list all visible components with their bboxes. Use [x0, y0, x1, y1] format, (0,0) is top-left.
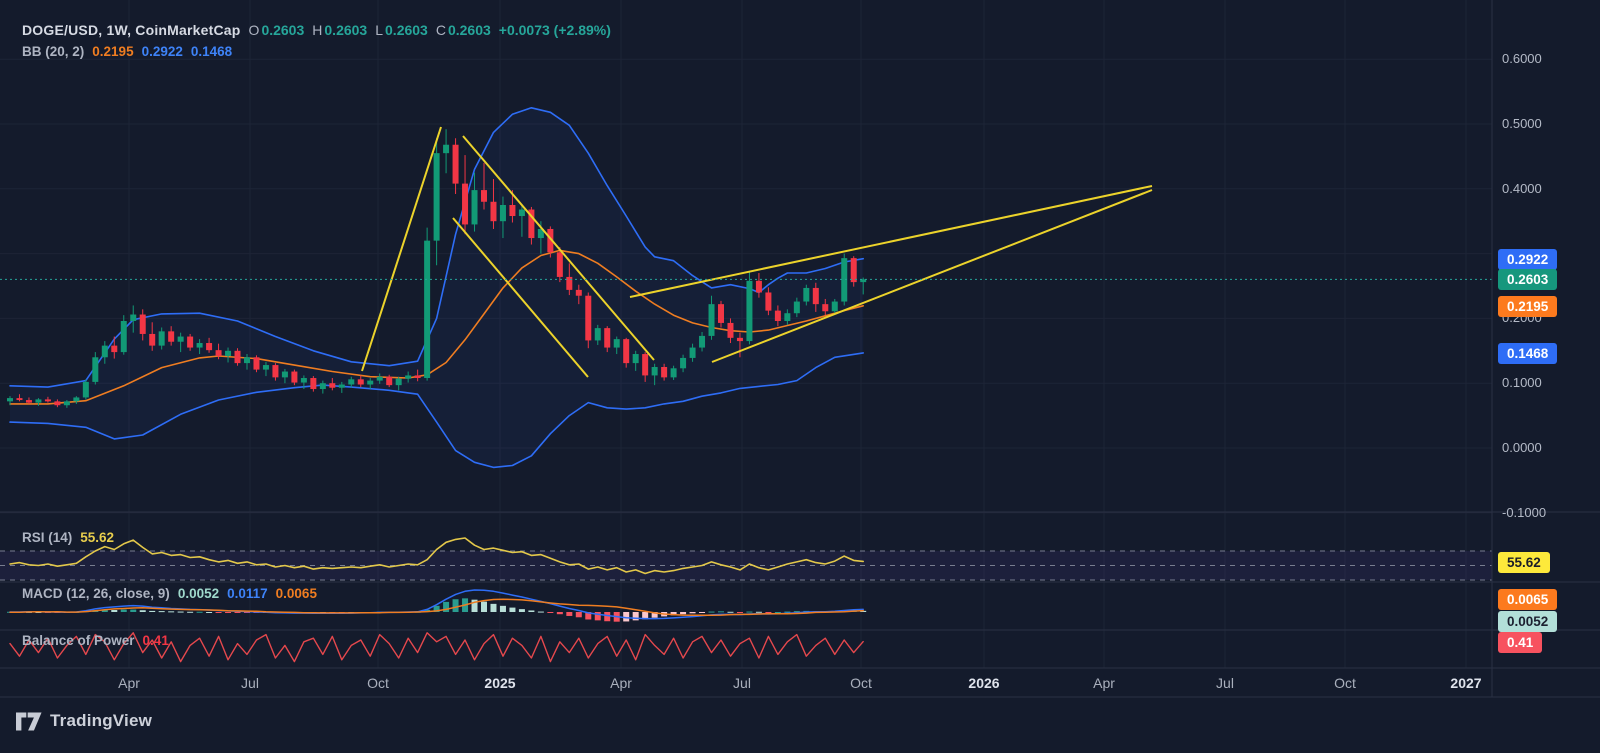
rsi-legend[interactable]: RSI (14) 55.62 — [22, 530, 114, 545]
open-label: O — [249, 22, 260, 38]
price-axis[interactable]: 0.60000.50000.40000.20000.10000.0000-0.1… — [1492, 0, 1600, 697]
low-value: 0.2603 — [385, 22, 428, 38]
time-label: 2025 — [484, 675, 515, 691]
macd-histogram — [7, 598, 866, 621]
trendline-wedge-lower — [712, 190, 1152, 362]
trendline-wedge-upper — [630, 186, 1152, 297]
change-value: +0.0073 (+2.89%) — [499, 22, 611, 38]
macd-line-value: 0.0117 — [227, 586, 268, 601]
price-badge: 0.1468 — [1498, 343, 1557, 364]
high-label: H — [312, 22, 322, 38]
bop-label: Balance of Power — [22, 633, 135, 648]
price-badge: 0.2922 — [1498, 249, 1557, 270]
bollinger-label: BB (20, 2) — [22, 44, 84, 59]
time-axis[interactable]: Apr Jul Oct 2025 Apr Jul Oct 2026 Apr Jul Oct 2027 — [0, 668, 1492, 697]
tradingview-logo-icon — [16, 712, 42, 731]
close-value: 0.2603 — [448, 22, 491, 38]
open-value: 0.2603 — [261, 22, 304, 38]
price-badge: 0.0052 — [1498, 611, 1557, 632]
price-badge: 0.0065 — [1498, 589, 1557, 610]
tradingview-logo-text: TradingView — [50, 711, 152, 731]
price-label: 0.5000 — [1502, 116, 1542, 132]
time-label: 2026 — [968, 675, 999, 691]
price-label: 0.0000 — [1502, 440, 1542, 456]
bop-legend[interactable]: Balance of Power 0.41 — [22, 633, 169, 648]
time-label: Apr — [118, 675, 140, 691]
bollinger-lower-value: 0.1468 — [191, 44, 232, 59]
price-label: 0.1000 — [1502, 375, 1542, 391]
time-label: Jul — [733, 675, 751, 691]
time-label: Oct — [1334, 675, 1356, 691]
time-label: Oct — [850, 675, 872, 691]
macd-legend[interactable]: MACD (12, 26, close, 9) 0.0052 0.0117 0.… — [22, 586, 317, 601]
rsi-label: RSI (14) — [22, 530, 72, 545]
high-value: 0.2603 — [324, 22, 367, 38]
bollinger-basis-value: 0.2195 — [92, 44, 133, 59]
macd-label: MACD (12, 26, close, 9) — [22, 586, 170, 601]
price-badge: 0.41 — [1498, 632, 1542, 653]
price-badge: 55.62 — [1498, 552, 1550, 573]
macd-signal-value: 0.0065 — [276, 586, 317, 601]
rsi-value: 55.62 — [80, 530, 114, 545]
price-label: 0.4000 — [1502, 181, 1542, 197]
tradingview-chart-window: DOGE/USD, 1W, CoinMarketCap O 0.2603 H 0… — [0, 0, 1600, 753]
price-badge: 0.2603 — [1498, 269, 1557, 290]
bollinger-upper-value: 0.2922 — [142, 44, 183, 59]
low-label: L — [375, 22, 383, 38]
price-badge: 0.2195 — [1498, 296, 1557, 317]
symbol-title: DOGE/USD, 1W, CoinMarketCap — [22, 22, 241, 38]
time-label: 2027 — [1450, 675, 1481, 691]
tradingview-logo[interactable]: TradingView — [16, 711, 152, 731]
symbol-legend[interactable]: DOGE/USD, 1W, CoinMarketCap O 0.2603 H 0… — [22, 22, 611, 38]
chart-plot-area[interactable] — [0, 0, 1600, 753]
time-label: Oct — [367, 675, 389, 691]
close-label: C — [436, 22, 446, 38]
time-label: Jul — [241, 675, 259, 691]
time-label: Apr — [1093, 675, 1115, 691]
time-label: Jul — [1216, 675, 1234, 691]
price-label: 0.6000 — [1502, 51, 1542, 67]
bop-value: 0.41 — [143, 633, 169, 648]
bollinger-legend[interactable]: BB (20, 2) 0.2195 0.2922 0.1468 — [22, 44, 232, 59]
macd-hist-value: 0.0052 — [178, 586, 219, 601]
price-label: -0.1000 — [1502, 505, 1546, 521]
time-label: Apr — [610, 675, 632, 691]
